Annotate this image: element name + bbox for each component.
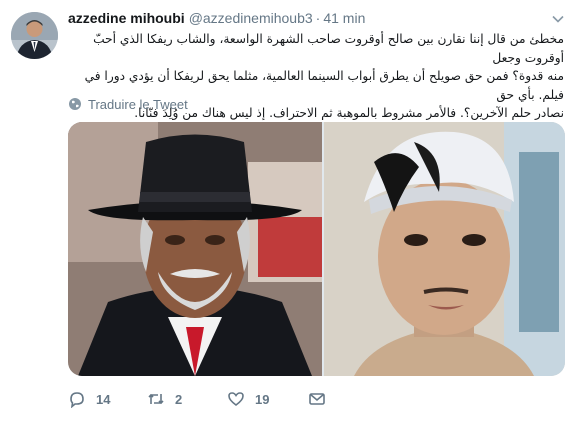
tweet-header: azzedine mihoubi @azzedinemihoub3 · 41 m… — [68, 10, 565, 30]
tweet-timestamp[interactable]: 41 min — [323, 10, 365, 26]
globe-icon — [69, 98, 81, 110]
chevron-down-icon[interactable] — [551, 12, 565, 26]
author-name[interactable]: azzedine mihoubi — [68, 10, 185, 26]
tweet-text-line: مخطئ من قال إننا نقارن بين صالح أوقروت ص… — [93, 32, 564, 65]
reply-button[interactable]: 14 — [68, 390, 147, 408]
heart-icon — [228, 392, 244, 406]
avatar[interactable] — [11, 12, 58, 59]
retweet-count: 2 — [175, 391, 183, 407]
like-count: 19 — [255, 391, 270, 407]
translate-label[interactable]: Traduire le Tweet — [88, 97, 188, 112]
photo-young-man — [324, 122, 565, 376]
like-button[interactable]: 19 — [227, 390, 308, 408]
photo-elderly-man — [68, 122, 322, 376]
header-separator: · — [315, 10, 321, 26]
tweet-actions: 14 2 19 — [68, 388, 326, 410]
media-photo-right[interactable] — [324, 122, 565, 376]
retweet-button[interactable]: 2 — [147, 390, 227, 408]
translate-link[interactable]: Traduire le Tweet — [68, 96, 188, 112]
avatar-image — [11, 12, 58, 59]
media-grid — [68, 122, 565, 376]
media-photo-left[interactable] — [68, 122, 322, 376]
tweet[interactable]: azzedine mihoubi @azzedinemihoub3 · 41 m… — [0, 0, 575, 429]
reply-count: 14 — [96, 391, 111, 407]
retweet-icon — [148, 393, 164, 405]
reply-icon — [70, 392, 84, 408]
author-handle[interactable]: @azzedinemihoub3 — [189, 10, 313, 26]
message-button[interactable] — [308, 390, 326, 408]
envelope-icon — [309, 393, 325, 405]
